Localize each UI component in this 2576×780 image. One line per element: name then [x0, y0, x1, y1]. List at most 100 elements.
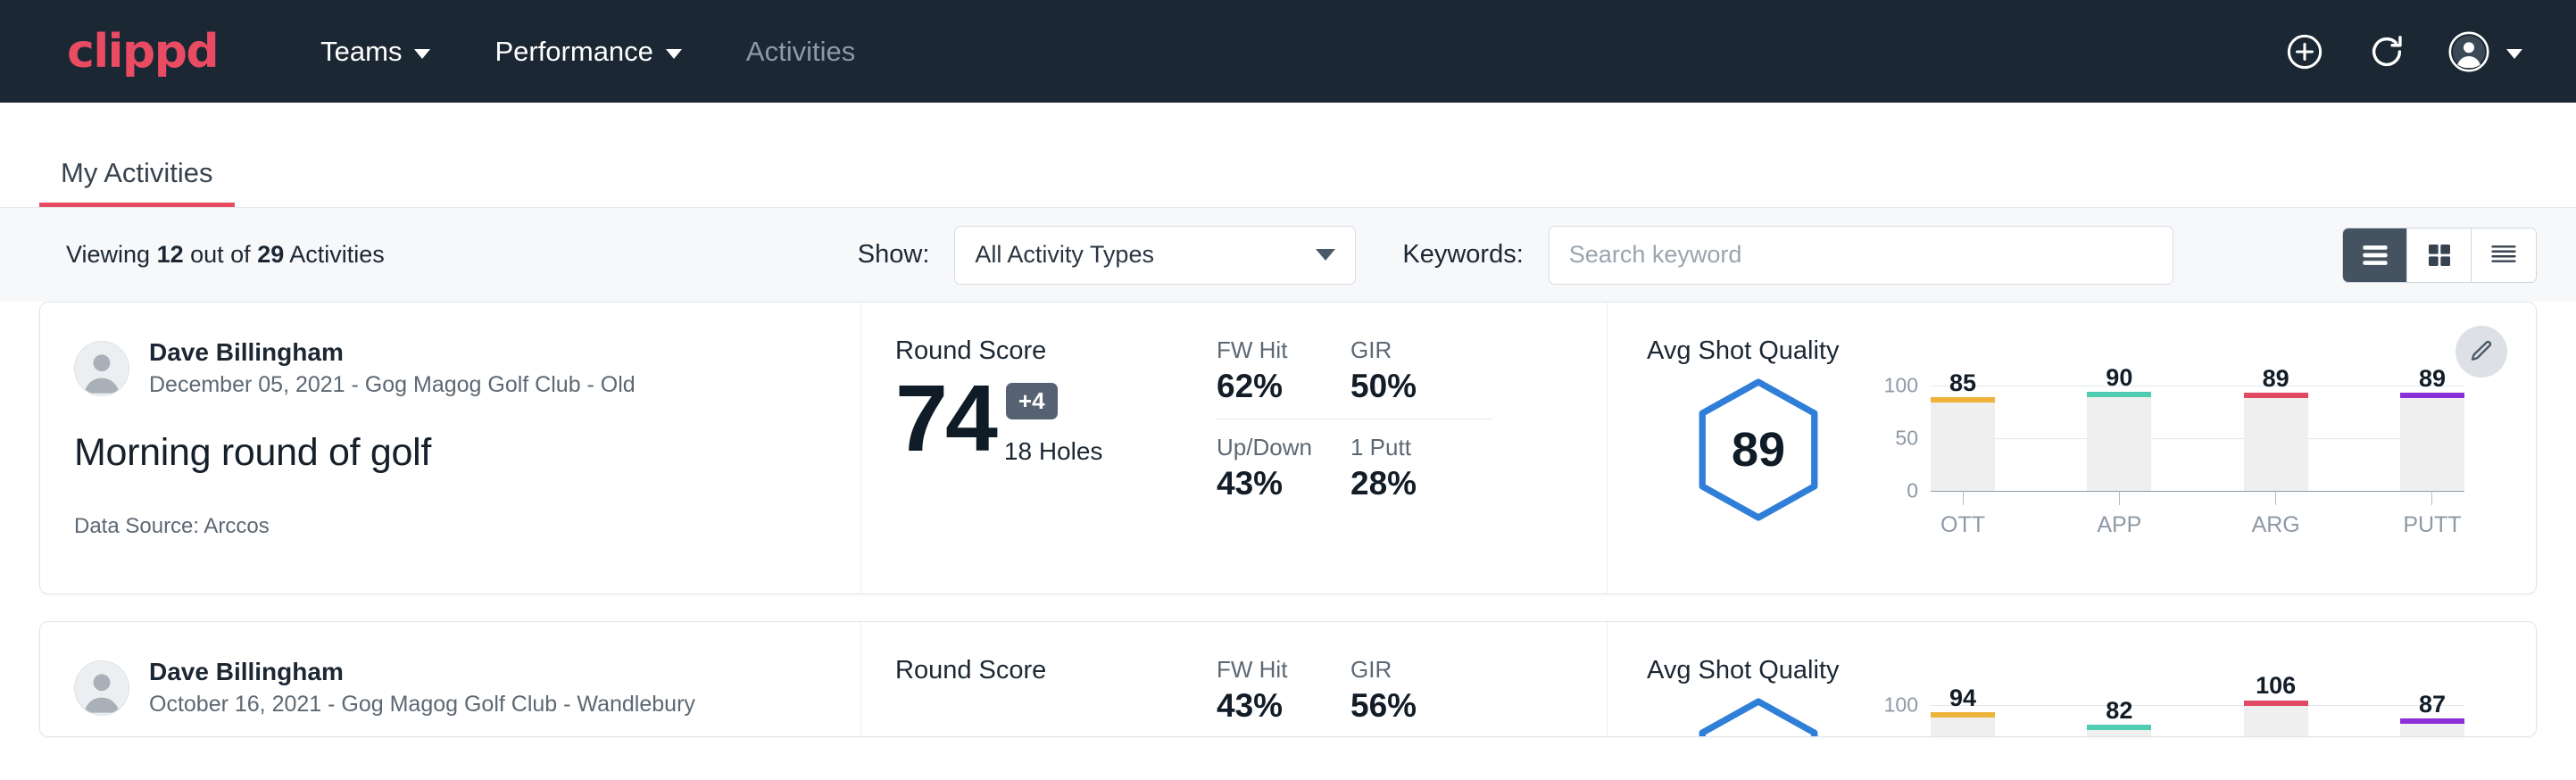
bar — [1931, 717, 1995, 737]
activity-card[interactable]: Dave Billingham October 16, 2021 - Gog M… — [39, 621, 2537, 737]
x-tick-label: PUTT — [2403, 512, 2461, 538]
score-differential-badge: +4 — [1006, 383, 1058, 419]
account-menu[interactable] — [2447, 30, 2522, 73]
search-input[interactable] — [1549, 226, 2173, 285]
avg-shot-quality-body: 89 100 50 0 — [1647, 369, 2536, 548]
avg-shot-quality-body: 100 94 82 — [1647, 689, 2536, 737]
y-tick-label: 100 — [1884, 693, 1918, 718]
grid-view-icon[interactable] — [2407, 228, 2472, 282]
account-circle-icon — [2447, 30, 2490, 73]
edit-activity-button[interactable] — [2456, 326, 2507, 378]
hex-score-badge — [1693, 696, 1824, 737]
nav-item-label: Performance — [494, 36, 652, 68]
score-side: +4 18 Holes — [1004, 437, 1103, 466]
y-tick-label: 0 — [1907, 479, 1918, 503]
stat-value: 28% — [1350, 465, 1463, 503]
bar-column-arg: 89 — [2244, 386, 2308, 491]
view-mode-toggle-group — [2342, 228, 2537, 283]
nav-item-label: Teams — [320, 36, 402, 68]
x-tick-app: APP — [2087, 491, 2151, 538]
bar-cap — [2087, 725, 2151, 730]
activity-type-select[interactable]: All Activity Types — [954, 226, 1356, 285]
nav-item-performance[interactable]: Performance — [494, 36, 681, 68]
round-score-section: Round Score — [861, 622, 1201, 736]
chevron-down-icon — [414, 49, 430, 59]
avatar — [74, 341, 129, 396]
bar-value-label: 82 — [2087, 697, 2151, 725]
chart-plot-area: 100 50 0 85 — [1931, 386, 2464, 491]
nav-item-teams[interactable]: Teams — [320, 36, 430, 68]
chart-bars: 94 82 — [1931, 705, 2464, 737]
tick-mark — [2431, 491, 2432, 505]
bar — [2087, 396, 2151, 491]
nav-item-activities[interactable]: Activities — [746, 36, 855, 68]
x-tick-arg: ARG — [2244, 491, 2308, 538]
bar — [2400, 397, 2464, 491]
stat-fw-hit: FW Hit 62% — [1217, 336, 1350, 419]
stat-gir: GIR 50% — [1350, 336, 1493, 419]
keywords-label: Keywords: — [1402, 240, 1523, 270]
x-tick-label: APP — [2097, 512, 2141, 538]
list-view-icon[interactable] — [2343, 228, 2407, 282]
bar — [2087, 729, 2151, 737]
stat-label: GIR — [1350, 336, 1463, 364]
x-tick-label: OTT — [1940, 512, 1985, 538]
bar-cap — [2244, 701, 2308, 706]
viewing-prefix: Viewing — [66, 241, 157, 268]
stat-value: 43% — [1217, 465, 1320, 503]
bar-value-label: 90 — [2087, 364, 2151, 392]
x-tick-label: ARG — [2252, 512, 2300, 538]
avg-shot-quality-label: Avg Shot Quality — [1647, 336, 2536, 366]
hex-score-wrap: 89 — [1647, 369, 1870, 523]
compact-view-icon[interactable] — [2472, 228, 2536, 282]
chart-x-axis: OTT APP ARG PUTT — [1931, 491, 2464, 538]
activity-card[interactable]: Dave Billingham December 05, 2021 - Gog … — [39, 302, 2537, 594]
stat-value: 43% — [1217, 687, 1320, 726]
stat-value: 56% — [1350, 687, 1463, 726]
bar-cap — [1931, 397, 1995, 402]
bar — [2244, 705, 2308, 737]
stat-one-putt: 1 Putt 28% — [1350, 419, 1493, 503]
player-header: Dave Billingham December 05, 2021 - Gog … — [74, 336, 860, 401]
y-tick-label: 100 — [1884, 374, 1918, 398]
bar-value-label: 106 — [2244, 672, 2308, 700]
activity-list: Dave Billingham December 05, 2021 - Gog … — [0, 302, 2576, 737]
bar-cap — [2244, 393, 2308, 398]
bar — [2244, 397, 2308, 491]
bar — [1931, 402, 1995, 491]
player-name: Dave Billingham — [149, 656, 695, 687]
bar-column-arg: 106 — [2244, 705, 2308, 737]
plus-circle-icon[interactable] — [2283, 30, 2326, 73]
stat-up-down: Up/Down 43% — [1217, 419, 1350, 503]
round-score-section: Round Score 74 +4 18 Holes — [861, 303, 1201, 593]
activity-title: Morning round of golf — [74, 431, 860, 475]
bar-value-label: 89 — [2400, 365, 2464, 393]
holes-label: 18 Holes — [1004, 437, 1103, 469]
stats-grid: FW Hit 62% GIR 50% Up/Down 43% 1 Putt 28… — [1201, 303, 1607, 593]
show-label: Show: — [858, 240, 930, 270]
chevron-down-icon — [1316, 249, 1335, 261]
tab-my-activities[interactable]: My Activities — [39, 157, 235, 207]
stat-label: FW Hit — [1217, 336, 1320, 364]
bar-column-app: 90 — [2087, 386, 2151, 491]
stat-label: 1 Putt — [1350, 434, 1463, 461]
activity-type-value: All Activity Types — [975, 241, 1154, 269]
shot-quality-bar-chart: 100 50 0 85 — [1879, 369, 2464, 548]
bar-column-putt: 87 — [2400, 705, 2464, 737]
bar-column-app: 82 — [2087, 705, 2151, 737]
bar-value-label: 85 — [1931, 369, 1995, 397]
stat-value: 62% — [1217, 368, 1320, 406]
data-source-label: Data Source: Arccos — [74, 514, 860, 539]
bar-value-label: 94 — [1931, 685, 1995, 712]
avg-shot-quality-label: Avg Shot Quality — [1647, 656, 2536, 685]
bar-cap — [1931, 712, 1995, 718]
viewing-count-text: Viewing 12 out of 29 Activities — [66, 241, 385, 269]
main-nav: Teams Performance Activities — [320, 36, 855, 68]
bar-value-label: 89 — [2244, 365, 2308, 393]
stat-label: GIR — [1350, 656, 1463, 684]
refresh-icon[interactable] — [2365, 30, 2408, 73]
stat-label: FW Hit — [1217, 656, 1320, 684]
viewing-suffix: Activities — [284, 241, 385, 268]
stat-gir: GIR 56% — [1350, 656, 1493, 737]
brand-logo[interactable]: clippd — [67, 29, 218, 75]
